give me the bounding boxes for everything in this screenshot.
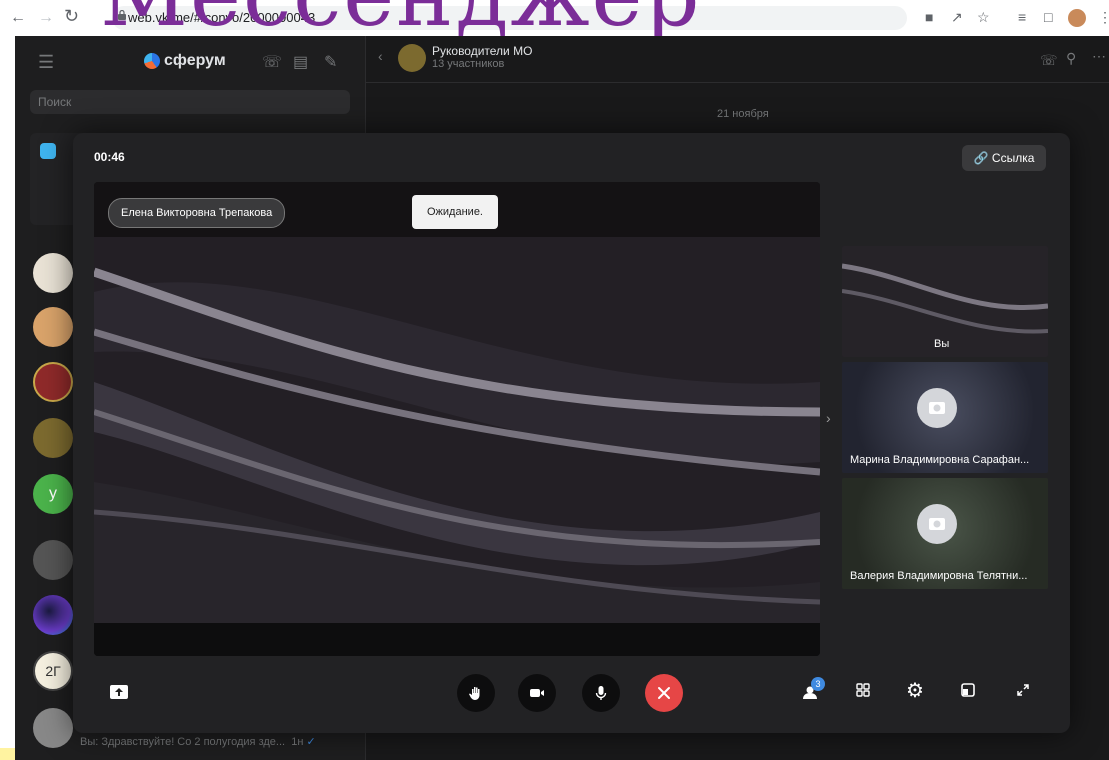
chat-avatar[interactable] [33,418,73,458]
chat-avatar[interactable] [33,362,73,402]
camera-toggle-button[interactable] [518,674,556,712]
close-icon [658,687,670,699]
brand-name: сферум [164,52,226,69]
call-icon[interactable]: ☏ [262,52,282,72]
call-icon[interactable]: ☏ [1040,52,1058,69]
participants-count-badge: 3 [811,677,825,691]
more-icon[interactable]: ⋯ [1092,48,1106,65]
main-video[interactable] [94,182,820,656]
expand-icon [1017,684,1029,696]
tile-label: Марина Владимировна Сарафан... [850,454,1030,466]
participant-tile[interactable]: Валерия Владимировна Телятни... [842,478,1048,589]
calls-avatar[interactable] [33,540,73,580]
hand-icon [469,687,480,700]
left-edge-highlight [0,748,15,760]
overlay-title: Мессенджер [100,0,702,39]
grid-icon [856,683,870,697]
chat-members-count[interactable]: 13 участников [432,58,504,70]
participant-tile[interactable]: Марина Владимировна Сарафан... [842,362,1048,473]
video-feed [94,182,820,656]
tile-label: Валерия Владимировна Телятни... [850,570,1028,582]
share-icon[interactable]: ↗ [951,9,963,26]
date-separator: 21 ноября [717,108,769,120]
archive-icon[interactable]: ▤ [293,52,308,72]
menu-icon[interactable]: ☰ [38,52,54,73]
chat-avatar[interactable] [33,595,73,635]
chat-avatar[interactable]: 2Г [33,651,73,691]
screen-share-icon[interactable] [110,685,128,699]
copy-link-button[interactable]: 🔗 Ссылка [962,145,1046,171]
camera-indicator-icon[interactable]: ■ [925,9,933,25]
call-timer: 00:46 [94,150,125,164]
profile-avatar[interactable] [1068,9,1086,27]
back-icon[interactable]: ← [10,8,26,28]
chevron-right-icon[interactable]: › [826,410,831,426]
reading-list-icon[interactable]: ≡ [1018,9,1026,25]
chat-title[interactable]: Руководители МО [432,44,532,58]
picture-in-picture-icon [961,683,975,697]
last-message-preview: Вы: Здравствуйте! Со 2 полугодия зде... … [80,736,316,748]
tile-label: Вы [934,338,950,350]
camera-off-icon [917,388,957,428]
grid-view-button[interactable] [856,683,870,700]
settings-gear-icon[interactable]: ⚙ [906,681,924,701]
pinned-card-icon [40,143,56,159]
chat-avatar[interactable]: у [33,474,73,514]
microphone-toggle-button[interactable] [582,674,620,712]
chat-avatar[interactable] [33,708,73,748]
link-icon: 🔗 [973,151,989,165]
compose-icon[interactable]: ✎ [324,52,337,72]
status-tooltip: Ожидание. [412,195,498,229]
reload-icon[interactable]: ↻ [64,6,79,26]
chat-avatar[interactable] [33,253,73,293]
raise-hand-button[interactable] [457,674,495,712]
microphone-icon [595,686,607,700]
chat-avatar [398,44,426,72]
sferum-logo-icon [144,53,160,69]
camera-off-icon [917,504,957,544]
forward-icon[interactable]: → [38,8,54,28]
participant-tile-self[interactable]: Вы [842,246,1048,357]
search-placeholder: Поиск [38,95,72,109]
bookmark-star-icon[interactable]: ☆ [977,9,990,26]
browser-menu-icon[interactable]: ⋮ [1098,9,1109,26]
speaker-name-badge: Елена Викторовна Трепакова [108,198,286,228]
search-icon[interactable]: ⚲ [1066,50,1076,67]
end-call-button[interactable] [645,674,683,712]
fullscreen-button[interactable] [1016,683,1030,700]
participants-button[interactable]: 3 [801,677,825,704]
chat-avatar[interactable] [33,307,73,347]
minimize-window-button[interactable] [961,683,975,700]
back-chevron-icon[interactable]: ‹ [378,48,383,64]
video-camera-icon [530,689,544,697]
side-panel-icon[interactable]: □ [1044,9,1052,25]
search-input[interactable] [30,90,350,114]
